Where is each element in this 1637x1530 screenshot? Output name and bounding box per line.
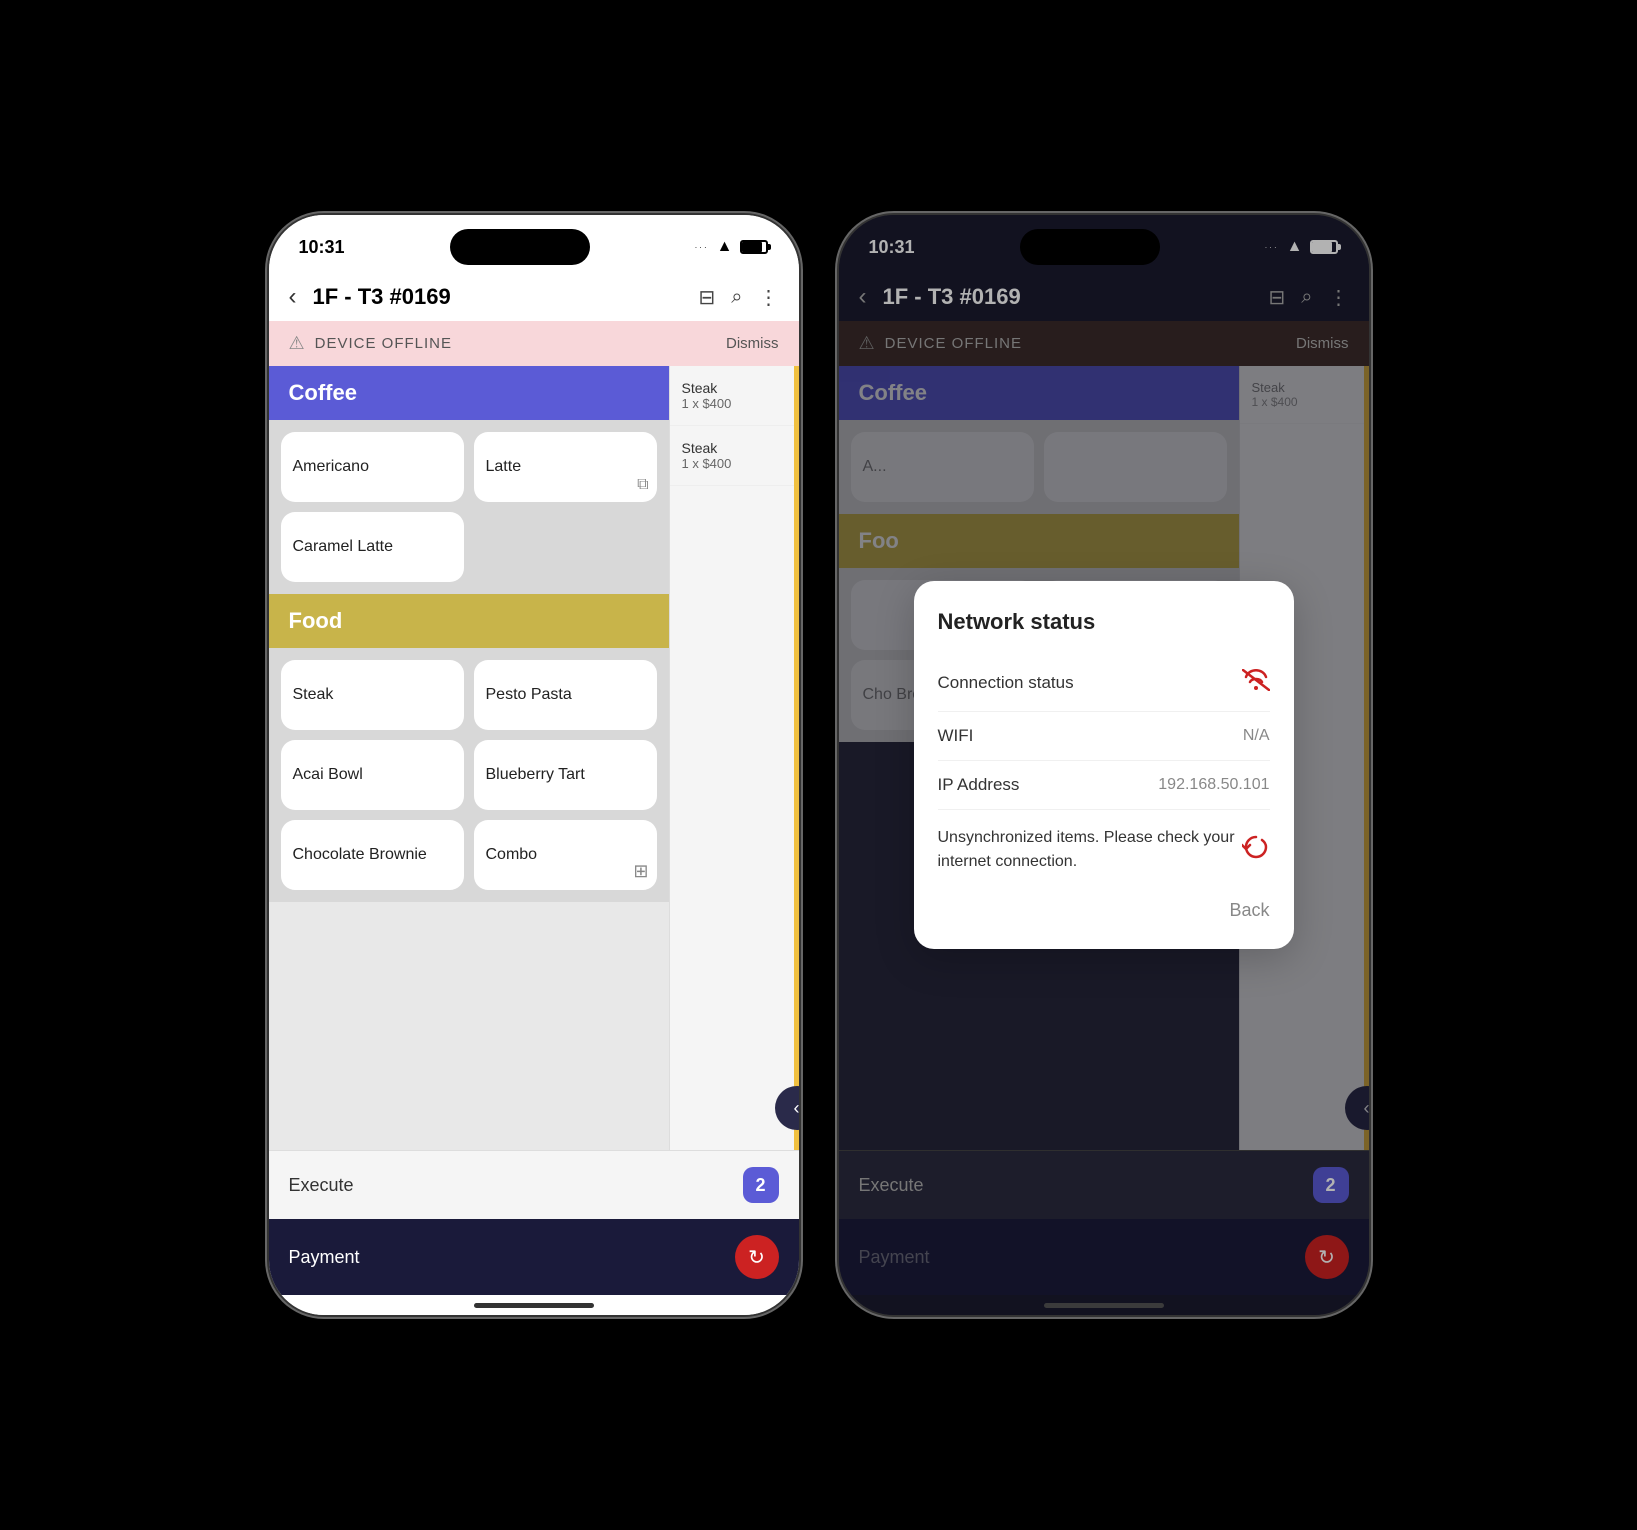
order-item-2: Steak 1 x $400 (670, 426, 799, 486)
category-coffee-left: Coffee (269, 366, 669, 420)
ip-address-row: IP Address 192.168.50.101 (938, 761, 1270, 810)
nav-bar-left: ‹ 1F - T3 #0169 ⊟ ⌕ ⋮ (269, 273, 799, 321)
payment-label-left: Payment (289, 1247, 360, 1268)
menu-item-americano[interactable]: Americano (281, 432, 464, 502)
order-item-2-name: Steak (682, 440, 787, 456)
category-food-label-left: Food (289, 608, 343, 633)
modal-overlay: Network status Connection status (839, 215, 1369, 1315)
main-content-left: Coffee Americano Latte ⧉ Caramel Latte F… (269, 366, 799, 1150)
execute-label-left: Execute (289, 1175, 354, 1196)
more-icon-left[interactable]: ⋮ (759, 285, 779, 310)
connection-status-row: Connection status (938, 655, 1270, 712)
offline-banner-left: ⚠ DEVICE OFFLINE Dismiss (269, 321, 799, 366)
menu-item-latte[interactable]: Latte (474, 432, 657, 502)
menu-item-blueberry-tart[interactable]: Blueberry Tart (474, 740, 657, 810)
order-item-1: Steak 1 x $400 (670, 366, 799, 426)
order-item-2-qty: 1 x $400 (682, 456, 787, 471)
payment-bar-left[interactable]: Payment ↻ (269, 1219, 799, 1295)
grid-icon-combo: ⊞ (633, 861, 648, 882)
menu-item-combo[interactable]: Combo (474, 820, 657, 890)
wifi-value: N/A (1243, 727, 1270, 745)
phone-left: 10:31 ··· ▲ ‹ 1F - T3 #0169 ⊟ ⌕ ⋮ ⚠ (269, 215, 799, 1315)
battery-icon-left (740, 240, 768, 254)
copy-icon-latte: ⧉ (637, 476, 648, 494)
menu-item-caramel-latte[interactable]: Caramel Latte (281, 512, 464, 582)
execute-badge-left[interactable]: 2 (743, 1167, 779, 1203)
ip-address-label: IP Address (938, 775, 1020, 795)
menu-panel-left: Coffee Americano Latte ⧉ Caramel Latte F… (269, 366, 669, 1150)
yellow-accent-bar (794, 366, 799, 1150)
home-pill-left (474, 1303, 594, 1308)
side-panel-left: Steak 1 x $400 Steak 1 x $400 ‹ (669, 366, 799, 1150)
wifi-row: WIFI N/A (938, 712, 1270, 761)
signal-dots-left: ··· (695, 243, 709, 252)
menu-item-pesto-pasta[interactable]: Pesto Pasta (474, 660, 657, 730)
collapse-panel-button[interactable]: ‹ (775, 1086, 799, 1130)
table-icon-left[interactable]: ⊟ (699, 285, 716, 310)
offline-text-left: DEVICE OFFLINE (315, 335, 452, 352)
offline-left: ⚠ DEVICE OFFLINE (289, 333, 453, 354)
coffee-items-grid-left: Americano Latte ⧉ Caramel Latte (269, 420, 669, 594)
food-items-grid-left: Steak Pesto Pasta Acai Bowl Blueberry Ta… (269, 648, 669, 902)
connection-status-label: Connection status (938, 673, 1074, 693)
home-bar-left (269, 1295, 799, 1315)
warning-icon-left: ⚠ (289, 333, 305, 354)
wifi-off-icon (1242, 669, 1270, 697)
sync-error-icon (1242, 833, 1270, 867)
back-button-left[interactable]: ‹ (289, 283, 297, 311)
phone-right: 10:31 ··· ▲ ‹ 1F - T3 #0169 ⊟ ⌕ ⋮ ⚠ (839, 215, 1369, 1315)
ip-address-value: 192.168.50.101 (1158, 776, 1269, 794)
modal-title: Network status (938, 609, 1270, 635)
menu-item-steak[interactable]: Steak (281, 660, 464, 730)
unsync-row: Unsynchronized items. Please check your … (938, 810, 1270, 890)
dynamic-island-left (450, 229, 590, 265)
payment-icon-btn-left[interactable]: ↻ (735, 1235, 779, 1279)
modal-back-button[interactable]: Back (1229, 900, 1269, 921)
wifi-icon-left: ▲ (717, 238, 733, 256)
dismiss-button-left[interactable]: Dismiss (726, 335, 779, 352)
network-status-modal: Network status Connection status (914, 581, 1294, 949)
search-icon-left[interactable]: ⌕ (731, 286, 742, 309)
nav-title-left: 1F - T3 #0169 (313, 284, 699, 310)
order-item-1-name: Steak (682, 380, 787, 396)
status-icons-left: ··· ▲ (695, 238, 769, 256)
time-left: 10:31 (299, 237, 345, 258)
wifi-label: WIFI (938, 726, 974, 746)
modal-back-row: Back (938, 890, 1270, 921)
execute-bar-left: Execute 2 (269, 1150, 799, 1219)
order-item-1-qty: 1 x $400 (682, 396, 787, 411)
category-food-left: Food (269, 594, 669, 648)
battery-fill-left (742, 242, 761, 252)
category-coffee-label-left: Coffee (289, 380, 357, 405)
unsync-text: Unsynchronized items. Please check your … (938, 826, 1242, 874)
status-bar-left: 10:31 ··· ▲ (269, 215, 799, 273)
menu-item-chocolate-brownie[interactable]: Chocolate Brownie (281, 820, 464, 890)
nav-icons-left: ⊟ ⌕ ⋮ (699, 285, 779, 310)
menu-item-acai-bowl[interactable]: Acai Bowl (281, 740, 464, 810)
sync-icon-left: ↻ (748, 1245, 765, 1270)
